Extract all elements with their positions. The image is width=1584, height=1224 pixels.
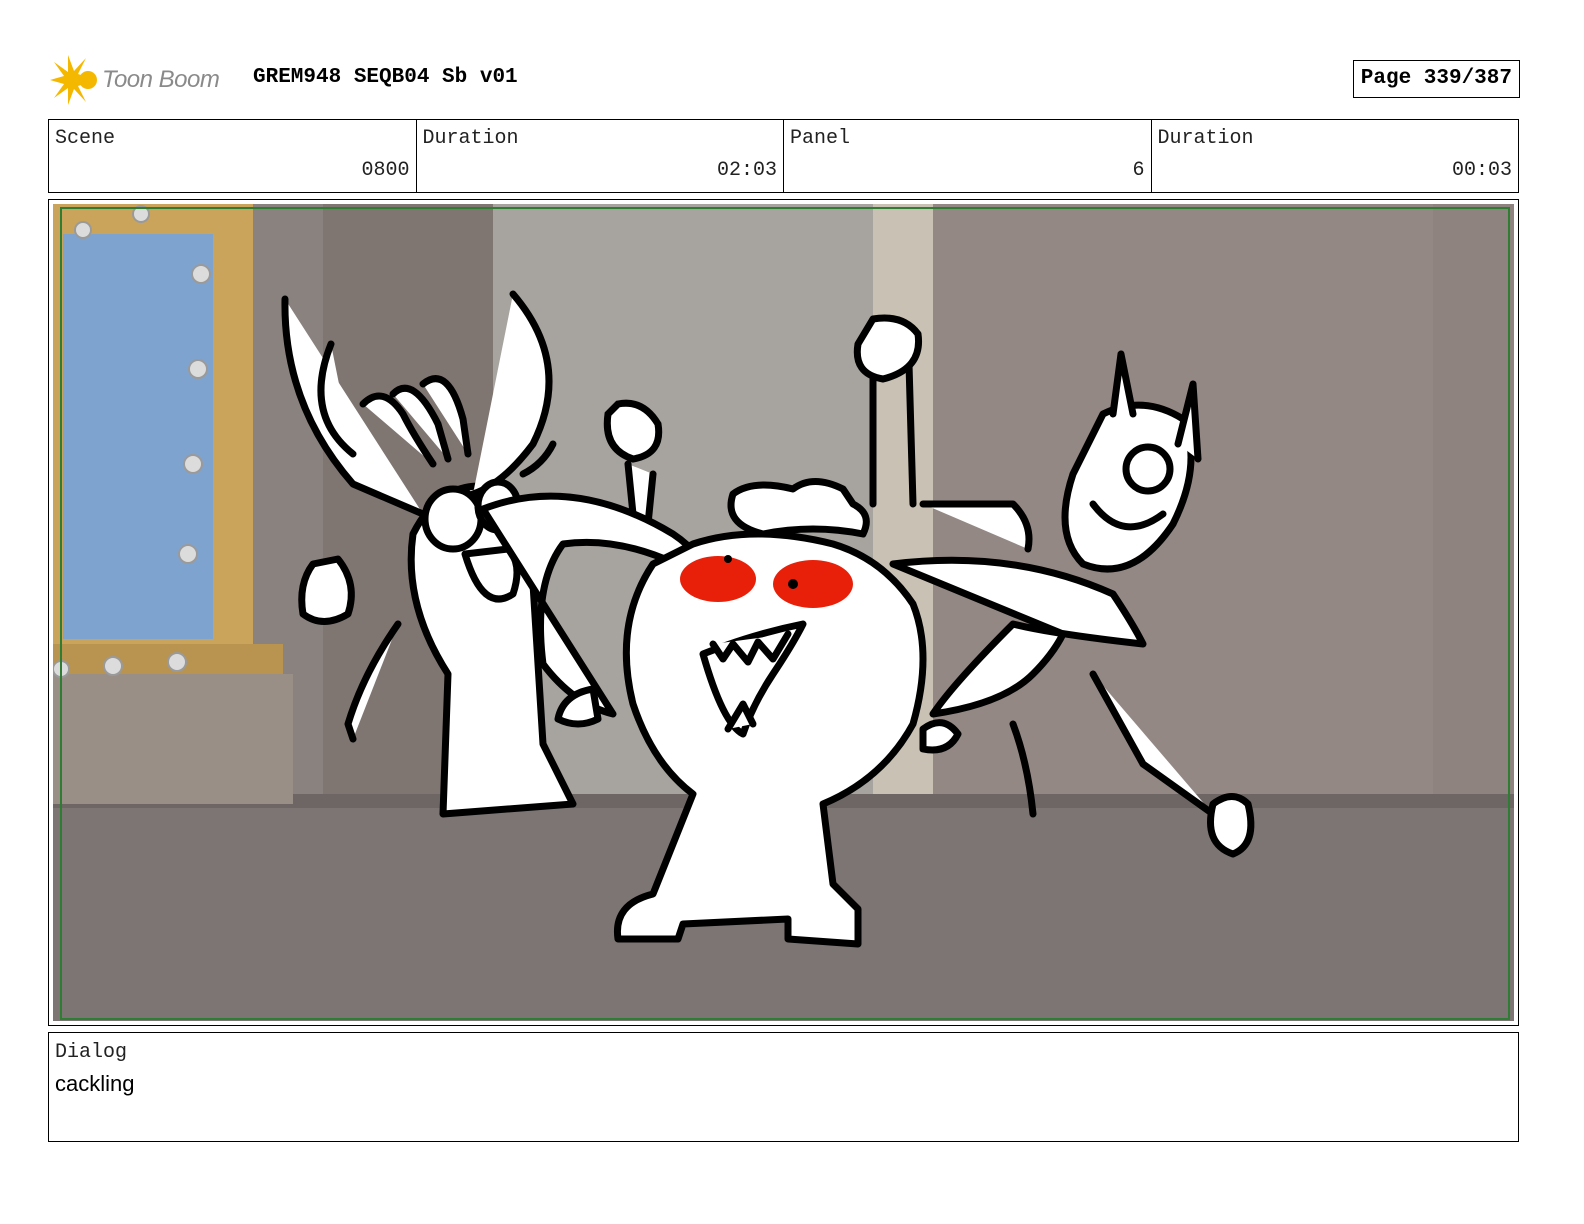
storyboard-panel-image — [53, 204, 1514, 1021]
panel-duration-cell: Duration 00:03 — [1150, 120, 1519, 192]
starburst-icon — [50, 55, 97, 105]
document-title: GREM948 SEQB04 Sb v01 — [253, 66, 518, 89]
scene-duration-value: 02:03 — [716, 159, 777, 182]
panel-cell: Panel 6 — [783, 120, 1151, 192]
panel-duration-label: Duration — [1157, 127, 1254, 150]
dialog-text: cackling — [55, 1071, 135, 1096]
scene-value: 0800 — [361, 159, 410, 182]
scene-cell: Scene 0800 — [49, 120, 416, 192]
toon-boom-logo: Toon Boom — [48, 54, 244, 106]
page-indicator: Page 339/387 — [1352, 60, 1520, 98]
scene-duration-cell: Duration 02:03 — [415, 120, 784, 192]
header: Toon Boom GREM948 SEQB04 Sb v01 Page 339… — [48, 52, 1520, 108]
panel-duration-value: 00:03 — [1451, 159, 1512, 182]
panel-info-row: Scene 0800 Duration 02:03 Panel 6 Durati… — [48, 119, 1519, 193]
logo-text: Toon Boom — [102, 66, 220, 93]
scene-label: Scene — [55, 127, 116, 150]
panel-value: 6 — [1132, 159, 1145, 182]
dialog-label: Dialog — [55, 1041, 128, 1064]
panel-label: Panel — [790, 127, 851, 150]
storyboard-panel-frame — [48, 199, 1519, 1026]
dialog-box: Dialog cackling — [48, 1032, 1519, 1142]
storyboard-sketch — [53, 204, 1514, 1021]
scene-duration-label: Duration — [422, 127, 519, 150]
